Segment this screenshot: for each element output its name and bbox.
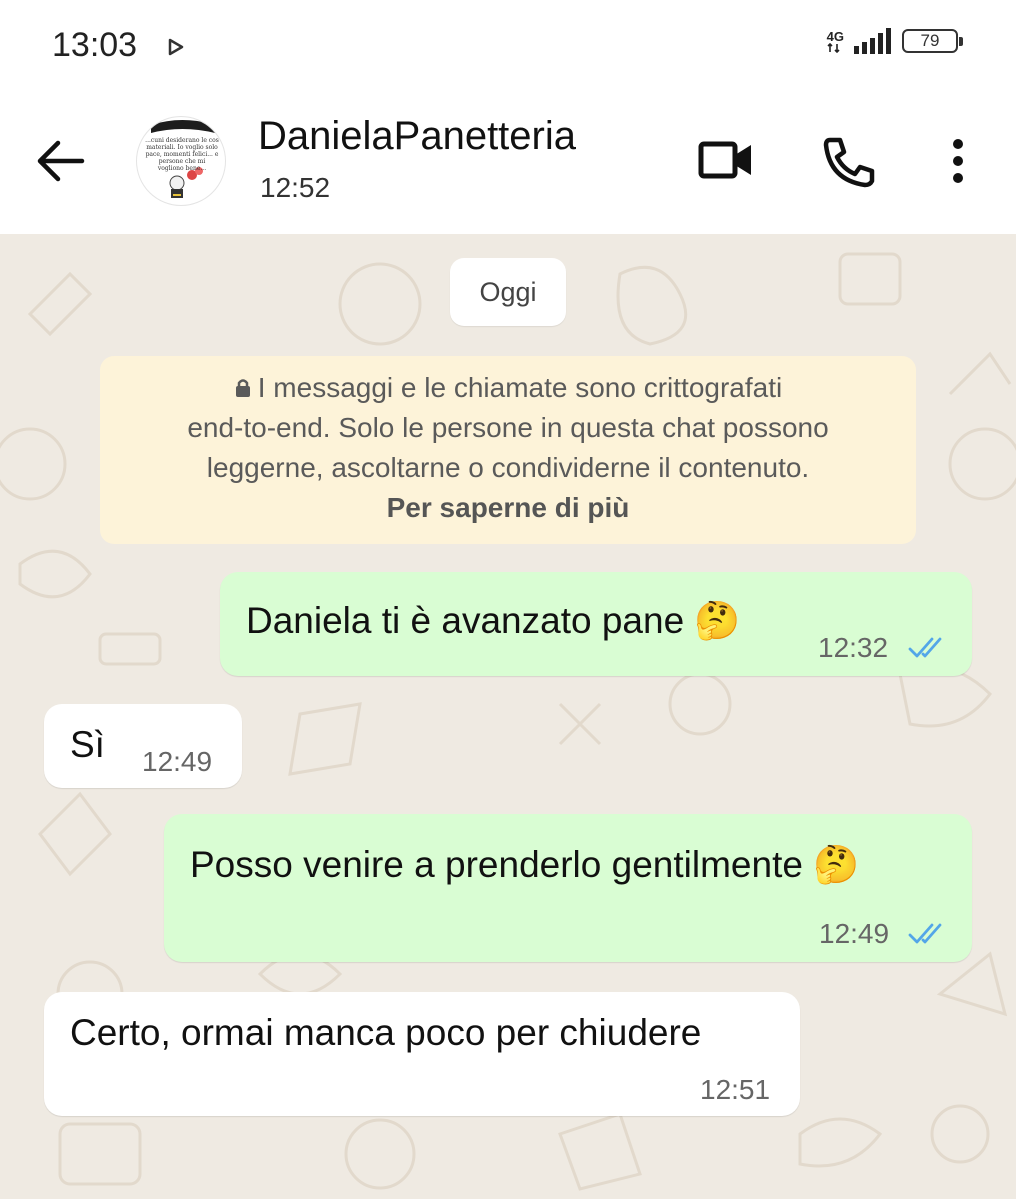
message-text: Daniela ti è avanzato pane 🤔 bbox=[246, 600, 741, 641]
encryption-notice[interactable]: I messaggi e le chiamate sono crittograf… bbox=[100, 356, 916, 544]
encryption-line-3: leggerne, ascoltarne o condividerne il c… bbox=[206, 452, 810, 483]
chat-area[interactable]: Oggi I messaggi e le chiamate sono critt… bbox=[0, 234, 1016, 1199]
signal-icon bbox=[854, 28, 891, 54]
message-bubble-outgoing[interactable]: Posso venire a prenderlo gentilmente 🤔 1… bbox=[164, 814, 972, 962]
video-call-icon[interactable] bbox=[698, 136, 754, 184]
message-time: 12:51 bbox=[700, 1074, 771, 1105]
encryption-text-1: I messaggi e le chiamate sono crittograf… bbox=[257, 372, 783, 403]
last-seen: 12:52 bbox=[260, 172, 331, 203]
double-check-icon bbox=[908, 923, 942, 944]
data-arrows-icon bbox=[827, 42, 840, 53]
battery-indicator: 79 bbox=[902, 29, 963, 53]
more-options-icon[interactable] bbox=[950, 138, 966, 184]
status-bar: 13:03 4G 79 bbox=[0, 0, 1016, 96]
avatar[interactable]: ...cuni desiderano le cos materiali. Io … bbox=[136, 116, 226, 206]
message-time: 12:32 bbox=[818, 632, 889, 663]
status-time: 13:03 bbox=[52, 26, 138, 64]
encryption-line-2: end-to-end. Solo le persone in questa ch… bbox=[187, 412, 829, 443]
contact-name[interactable]: DanielaPanetteria bbox=[258, 114, 576, 159]
message-text: Posso venire a prenderlo gentilmente 🤔 bbox=[190, 844, 860, 885]
message-time: 12:49 bbox=[142, 746, 213, 777]
network-indicator: 4G bbox=[827, 30, 844, 53]
double-check-icon bbox=[908, 637, 942, 658]
encryption-line-1: I messaggi e le chiamate sono crittograf… bbox=[100, 368, 916, 408]
avatar-caption: ...cuni desiderano le cos materiali. Io … bbox=[145, 137, 219, 172]
message-bubble-incoming[interactable]: Sì 12:49 bbox=[44, 704, 242, 788]
message-time: 12:49 bbox=[819, 918, 890, 949]
status-indicators: 4G 79 bbox=[827, 28, 963, 54]
play-store-icon bbox=[168, 38, 184, 56]
phone-icon[interactable] bbox=[822, 136, 876, 188]
message-bubble-outgoing[interactable]: Daniela ti è avanzato pane 🤔 12:32 bbox=[220, 572, 972, 676]
message-bubble-incoming[interactable]: Certo, ormai manca poco per chiudere 12:… bbox=[44, 992, 800, 1116]
date-chip: Oggi bbox=[450, 258, 566, 326]
back-arrow-icon[interactable] bbox=[34, 138, 86, 184]
network-type: 4G bbox=[826, 28, 844, 44]
chat-header: ...cuni desiderano le cos materiali. Io … bbox=[0, 96, 1016, 234]
learn-more-link[interactable]: Per saperne di più bbox=[100, 488, 916, 528]
message-text: Sì bbox=[70, 724, 105, 765]
lock-icon bbox=[235, 379, 250, 397]
message-text: Certo, ormai manca poco per chiudere bbox=[70, 1012, 702, 1053]
